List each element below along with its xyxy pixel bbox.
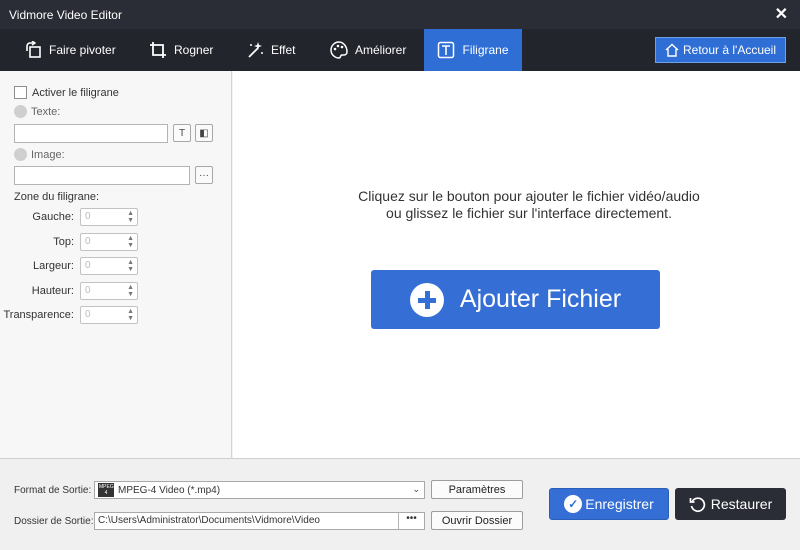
image-radio[interactable] bbox=[14, 148, 27, 161]
restore-button[interactable]: Restaurer bbox=[675, 488, 786, 520]
mpeg4-icon: MPEG 4 bbox=[98, 483, 114, 497]
field-width-row: Largeur: 0 ▲ ▼ bbox=[0, 257, 232, 277]
spin-value: 0 bbox=[85, 285, 91, 296]
transparency-spinbox[interactable]: 0 ▲ ▼ bbox=[80, 306, 138, 324]
effect-wand-icon bbox=[248, 42, 263, 58]
add-file-label: Ajouter Fichier bbox=[459, 285, 622, 313]
field-label: Top: bbox=[53, 236, 74, 248]
image-option-row[interactable]: Image: bbox=[14, 148, 65, 161]
restore-label: Restaurer bbox=[710, 496, 773, 512]
spin-arrows-icon[interactable]: ▲ ▼ bbox=[127, 235, 134, 249]
title-bar: Vidmore Video Editor ✕ bbox=[0, 0, 800, 29]
tab-label: Faire pivoter bbox=[49, 43, 116, 57]
more-icon: ··· bbox=[199, 169, 209, 181]
text-format-icon: T bbox=[178, 127, 186, 139]
width-spinbox[interactable]: 0 ▲ ▼ bbox=[80, 257, 138, 275]
check-circle-icon: ✓ bbox=[564, 495, 583, 513]
open-folder-label: Ouvrir Dossier bbox=[441, 514, 513, 527]
output-folder-input[interactable]: C:\Users\Administrator\Documents\Vidmore… bbox=[94, 512, 425, 530]
tab-effect[interactable]: Effet bbox=[246, 29, 295, 71]
tab-label: Effet bbox=[271, 43, 296, 57]
watermark-settings-panel: Activer le filigrane Texte: T ◧ Image: ·… bbox=[0, 71, 232, 458]
watermark-text-icon bbox=[438, 41, 455, 59]
tab-label: Rogner bbox=[174, 43, 214, 57]
format-label: Format de Sortie: bbox=[14, 485, 92, 496]
spin-arrows-icon[interactable]: ▲ ▼ bbox=[127, 308, 134, 322]
drop-hint: Cliquez sur le bouton pour ajouter le fi… bbox=[358, 188, 700, 221]
field-label: Hauteur: bbox=[31, 285, 74, 297]
watermark-image-input[interactable] bbox=[14, 166, 190, 185]
browse-image-button[interactable]: ··· bbox=[195, 166, 213, 184]
toolbar: Faire pivoter Rogner Effet Améliorer Fil… bbox=[0, 29, 800, 71]
text-style-button[interactable]: ◧ bbox=[195, 124, 213, 142]
output-bar: Format de Sortie: MPEG 4 MPEG-4 Video (*… bbox=[0, 458, 800, 550]
palette-icon bbox=[330, 41, 348, 59]
text-radio[interactable] bbox=[14, 105, 27, 118]
crop-icon bbox=[150, 42, 166, 58]
save-label: Enregistrer bbox=[585, 496, 654, 512]
tab-label: Améliorer bbox=[355, 43, 407, 57]
tab-crop[interactable]: Rogner bbox=[149, 29, 213, 71]
text-option-row[interactable]: Texte: bbox=[14, 105, 60, 118]
spin-arrows-icon[interactable]: ▲ ▼ bbox=[127, 259, 134, 273]
close-icon[interactable]: ✕ bbox=[775, 4, 788, 24]
save-button[interactable]: ✓ Enregistrer bbox=[549, 488, 669, 520]
field-label: Transparence: bbox=[3, 309, 74, 321]
format-value: MPEG-4 Video (*.mp4) bbox=[118, 484, 221, 496]
drop-area[interactable]: Cliquez sur le bouton pour ajouter le fi… bbox=[233, 71, 800, 458]
spin-value: 0 bbox=[85, 236, 91, 247]
chevron-down-icon[interactable]: ⌄ bbox=[412, 484, 420, 495]
spin-arrows-icon[interactable]: ▲ ▼ bbox=[127, 284, 134, 298]
tab-rotate[interactable]: Faire pivoter bbox=[24, 29, 116, 71]
zone-label: Zone du filigrane: bbox=[14, 191, 99, 203]
text-option-label: Texte: bbox=[31, 105, 61, 118]
spin-value: 0 bbox=[85, 260, 91, 271]
app-title: Vidmore Video Editor bbox=[9, 8, 122, 22]
folder-label: Dossier de Sortie: bbox=[14, 516, 94, 527]
browse-folder-icon[interactable]: ••• bbox=[398, 513, 424, 529]
field-height-row: Hauteur: 0 ▲ ▼ bbox=[0, 282, 232, 302]
field-left-row: Gauche: 0 ▲ ▼ bbox=[0, 208, 232, 228]
tab-label: Filigrane bbox=[462, 43, 509, 57]
spin-value: 0 bbox=[85, 309, 91, 320]
field-label: Largeur: bbox=[33, 260, 74, 272]
settings-button[interactable]: Paramètres bbox=[431, 480, 523, 499]
open-folder-button[interactable]: Ouvrir Dossier bbox=[431, 511, 523, 530]
home-button[interactable]: Retour à l'Accueil bbox=[655, 37, 786, 63]
restore-icon bbox=[689, 496, 705, 512]
enable-watermark-row[interactable]: Activer le filigrane bbox=[14, 86, 119, 99]
text-font-button[interactable]: T bbox=[173, 124, 191, 142]
format-select[interactable]: MPEG 4 MPEG-4 Video (*.mp4) ⌄ bbox=[94, 481, 425, 499]
tab-enhance[interactable]: Améliorer bbox=[330, 29, 406, 71]
tab-watermark[interactable]: Filigrane bbox=[424, 29, 522, 71]
rotate-icon bbox=[26, 41, 41, 58]
home-label: Retour à l'Accueil bbox=[683, 43, 776, 57]
left-spinbox[interactable]: 0 ▲ ▼ bbox=[80, 208, 138, 226]
field-label: Gauche: bbox=[32, 211, 74, 223]
spin-arrows-icon[interactable]: ▲ ▼ bbox=[127, 210, 134, 224]
add-file-button[interactable]: Ajouter Fichier bbox=[371, 270, 660, 329]
plus-circle-icon bbox=[409, 282, 444, 317]
home-icon bbox=[665, 43, 679, 57]
layers-icon: ◧ bbox=[199, 127, 209, 139]
watermark-text-input[interactable] bbox=[14, 124, 168, 143]
field-transparency-row: Transparence: 0 ▲ ▼ bbox=[0, 306, 232, 326]
enable-watermark-label: Activer le filigrane bbox=[32, 86, 119, 99]
height-spinbox[interactable]: 0 ▲ ▼ bbox=[80, 282, 138, 300]
spin-value: 0 bbox=[85, 211, 91, 222]
folder-path: C:\Users\Administrator\Documents\Vidmore… bbox=[98, 515, 320, 526]
enable-watermark-checkbox[interactable] bbox=[14, 86, 27, 99]
field-top-row: Top: 0 ▲ ▼ bbox=[0, 233, 232, 253]
settings-label: Paramètres bbox=[448, 483, 506, 496]
top-spinbox[interactable]: 0 ▲ ▼ bbox=[80, 233, 138, 251]
image-option-label: Image: bbox=[31, 148, 65, 161]
